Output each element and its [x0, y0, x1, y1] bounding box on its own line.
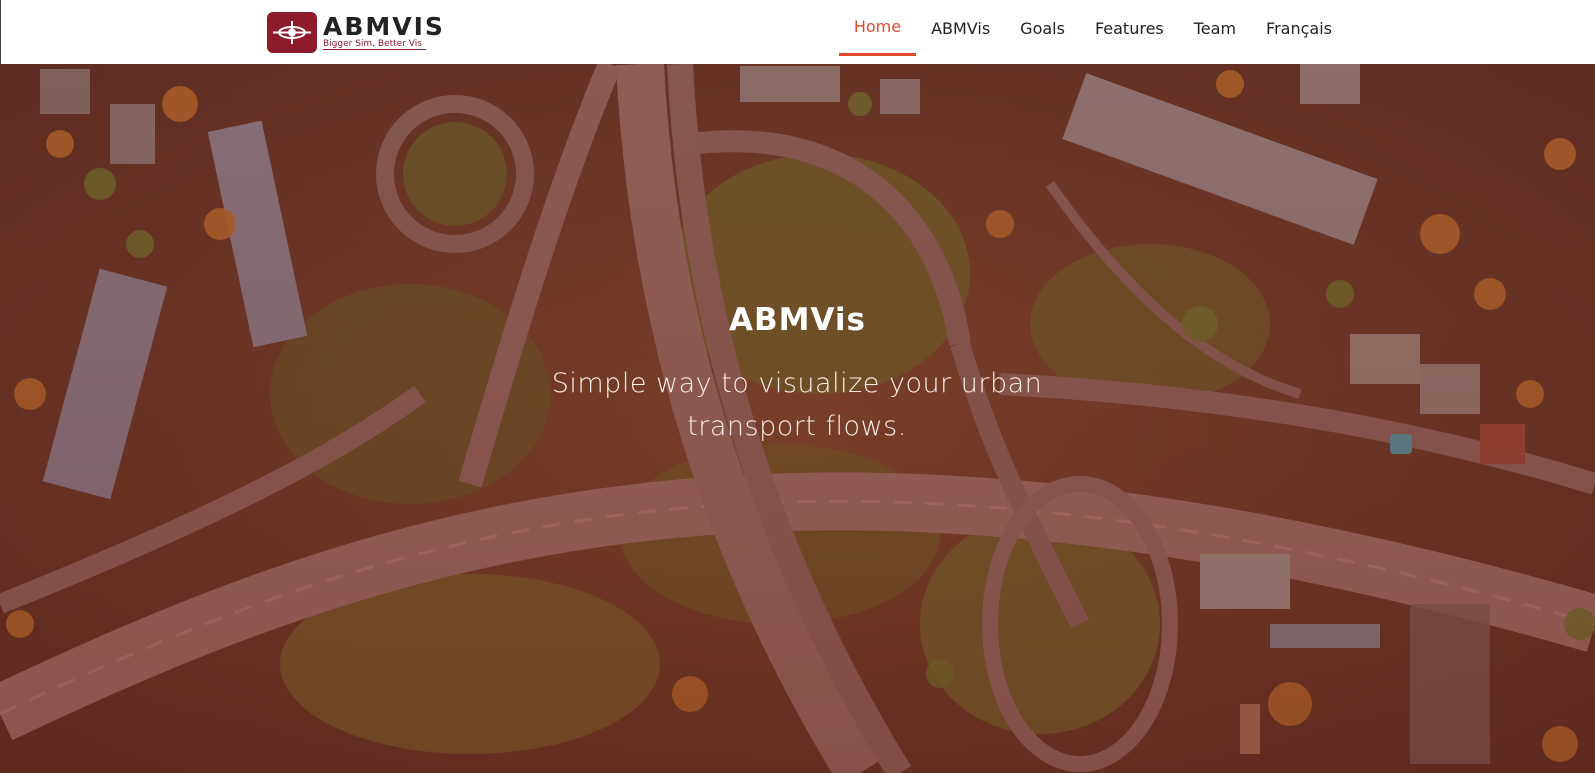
nav-features[interactable]: Features	[1080, 0, 1179, 56]
logo-text: ABMVIS Bigger Sim, Better Vis	[323, 11, 445, 50]
main-nav: Home ABMVis Goals Features Team Français	[838, 0, 1347, 58]
nav-home[interactable]: Home	[838, 0, 917, 56]
nav-goals[interactable]: Goals	[1005, 0, 1080, 56]
logo-badge-icon	[267, 11, 317, 53]
brand-logo[interactable]: ABMVIS Bigger Sim, Better Vis	[267, 11, 457, 53]
brand-name: ABMVIS	[323, 11, 445, 41]
site-header: ABMVIS Bigger Sim, Better Vis Home ABMVi…	[0, 0, 1595, 64]
hero-title: ABMVis	[729, 302, 866, 338]
nav-team[interactable]: Team	[1179, 0, 1251, 56]
nav-language[interactable]: Français	[1251, 0, 1347, 56]
hero-subtitle: Simple way to visualize your urban trans…	[551, 368, 1043, 442]
nav-abmvis[interactable]: ABMVis	[916, 0, 1005, 56]
hero-section: ABMVis Simple way to visualize your urba…	[0, 64, 1595, 773]
brand-tagline: Bigger Sim, Better Vis	[323, 39, 426, 50]
